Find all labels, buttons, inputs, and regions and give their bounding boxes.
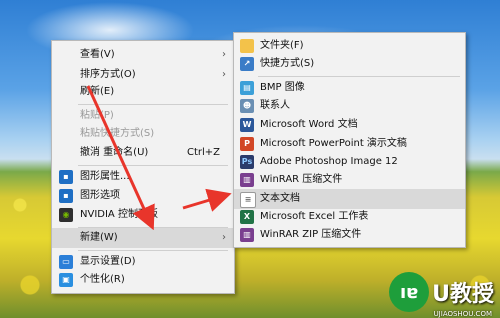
site-watermark: ıɐ U教授 (389, 272, 494, 312)
excel-icon: X (240, 210, 254, 224)
folder-icon (240, 39, 254, 53)
menu-separator (258, 76, 460, 77)
menu-item-graphics-properties[interactable]: ▪ 图形属性... (52, 167, 234, 187)
menu-item-label: 文件夹(F) (260, 40, 304, 51)
menu-item-paste-shortcut: 粘贴快捷方式(S) (52, 124, 234, 144)
menu-item-label: WinRAR 压缩文件 (260, 174, 343, 185)
menu-item-view[interactable]: 查看(V) › (52, 45, 234, 65)
menu-item-label: 撤消 重命名(U) (80, 147, 149, 158)
menu-separator (78, 165, 228, 166)
menu-item-refresh[interactable]: 刷新(E) (52, 82, 234, 102)
new-winrar-zip-item[interactable]: ▥ WinRAR ZIP 压缩文件 (234, 225, 465, 245)
new-text-document-item[interactable]: ≡ 文本文档 (234, 189, 465, 209)
photoshop-icon: Ps (240, 155, 254, 169)
menu-item-label: 刷新(E) (80, 86, 115, 97)
menu-separator (78, 250, 228, 251)
menu-item-label: NVIDIA 控制面板 (80, 209, 158, 220)
winrar-zip-icon: ▥ (240, 228, 254, 242)
text-document-icon: ≡ (240, 192, 256, 208)
menu-separator (78, 104, 228, 105)
menu-item-display-settings[interactable]: ▭ 显示设置(D) (52, 252, 234, 272)
menu-item-paste: 粘贴(P) (52, 106, 234, 126)
menu-item-label: Microsoft PowerPoint 演示文稿 (260, 138, 407, 149)
menu-item-label: 快捷方式(S) (260, 58, 315, 69)
shortcut-text: Ctrl+Z (186, 147, 220, 158)
new-photoshop-image-item[interactable]: Ps Adobe Photoshop Image 12 (234, 152, 465, 172)
new-folder-item[interactable]: 文件夹(F) (234, 36, 465, 56)
menu-item-label: 新建(W) (80, 232, 118, 243)
new-powerpoint-item[interactable]: P Microsoft PowerPoint 演示文稿 (234, 134, 465, 154)
word-icon: W (240, 118, 254, 132)
menu-item-personalize[interactable]: ▣ 个性化(R) (52, 270, 234, 290)
menu-item-label: 图形属性... (80, 171, 130, 182)
watermark-text: U教授 (432, 282, 494, 307)
menu-item-label: Microsoft Excel 工作表 (260, 211, 369, 222)
winrar-icon: ▥ (240, 173, 254, 187)
menu-item-label: 查看(V) (80, 49, 115, 60)
new-bmp-image-item[interactable]: ▤ BMP 图像 (234, 78, 465, 98)
menu-item-nvidia-control-panel[interactable]: ◉ NVIDIA 控制面板 (52, 205, 234, 225)
menu-item-label: 粘贴快捷方式(S) (80, 128, 155, 139)
shortcut-icon: ↗ (240, 57, 254, 71)
intel-graphics-icon: ▪ (59, 170, 73, 184)
menu-item-label: Microsoft Word 文档 (260, 119, 358, 130)
watermark-url: UJIAOSHOU.COM (433, 310, 492, 318)
menu-item-label: BMP 图像 (260, 82, 305, 93)
new-excel-worksheet-item[interactable]: X Microsoft Excel 工作表 (234, 207, 465, 227)
menu-item-new[interactable]: 新建(W) › (52, 228, 234, 248)
menu-item-label: 显示设置(D) (80, 256, 136, 267)
menu-item-label: 文本文档 (260, 193, 300, 204)
contact-icon: ☻ (240, 99, 254, 113)
new-word-document-item[interactable]: W Microsoft Word 文档 (234, 115, 465, 135)
bmp-image-icon: ▤ (240, 81, 254, 95)
new-submenu: 文件夹(F) ↗ 快捷方式(S) ▤ BMP 图像 ☻ 联系人 W Micros… (233, 32, 466, 248)
menu-item-label: WinRAR ZIP 压缩文件 (260, 229, 362, 240)
nvidia-icon: ◉ (59, 208, 73, 222)
menu-item-label: Adobe Photoshop Image 12 (260, 156, 398, 167)
new-winrar-archive-item[interactable]: ▥ WinRAR 压缩文件 (234, 170, 465, 190)
menu-item-undo-rename[interactable]: 撤消 重命名(U) Ctrl+Z (52, 143, 234, 163)
menu-item-label: 图形选项 (80, 190, 120, 201)
intel-graphics-icon: ▪ (59, 189, 73, 203)
chevron-right-icon: › (222, 49, 226, 60)
chevron-right-icon: › (222, 232, 226, 243)
menu-item-label: 粘贴(P) (80, 110, 114, 121)
menu-item-label: 个性化(R) (80, 274, 125, 285)
display-settings-icon: ▭ (59, 255, 73, 269)
watermark-logo-icon: ıɐ (389, 272, 430, 312)
new-contact-item[interactable]: ☻ 联系人 (234, 96, 465, 116)
menu-item-label: 联系人 (260, 100, 290, 111)
new-shortcut-item[interactable]: ↗ 快捷方式(S) (234, 54, 465, 74)
powerpoint-icon: P (240, 137, 254, 151)
personalize-icon: ▣ (59, 273, 73, 287)
desktop-context-menu: 查看(V) › 排序方式(O) › 刷新(E) 粘贴(P) 粘贴快捷方式(S) … (51, 40, 235, 294)
menu-item-graphics-options[interactable]: ▪ 图形选项 › (52, 186, 234, 206)
chevron-right-icon: › (222, 190, 226, 201)
